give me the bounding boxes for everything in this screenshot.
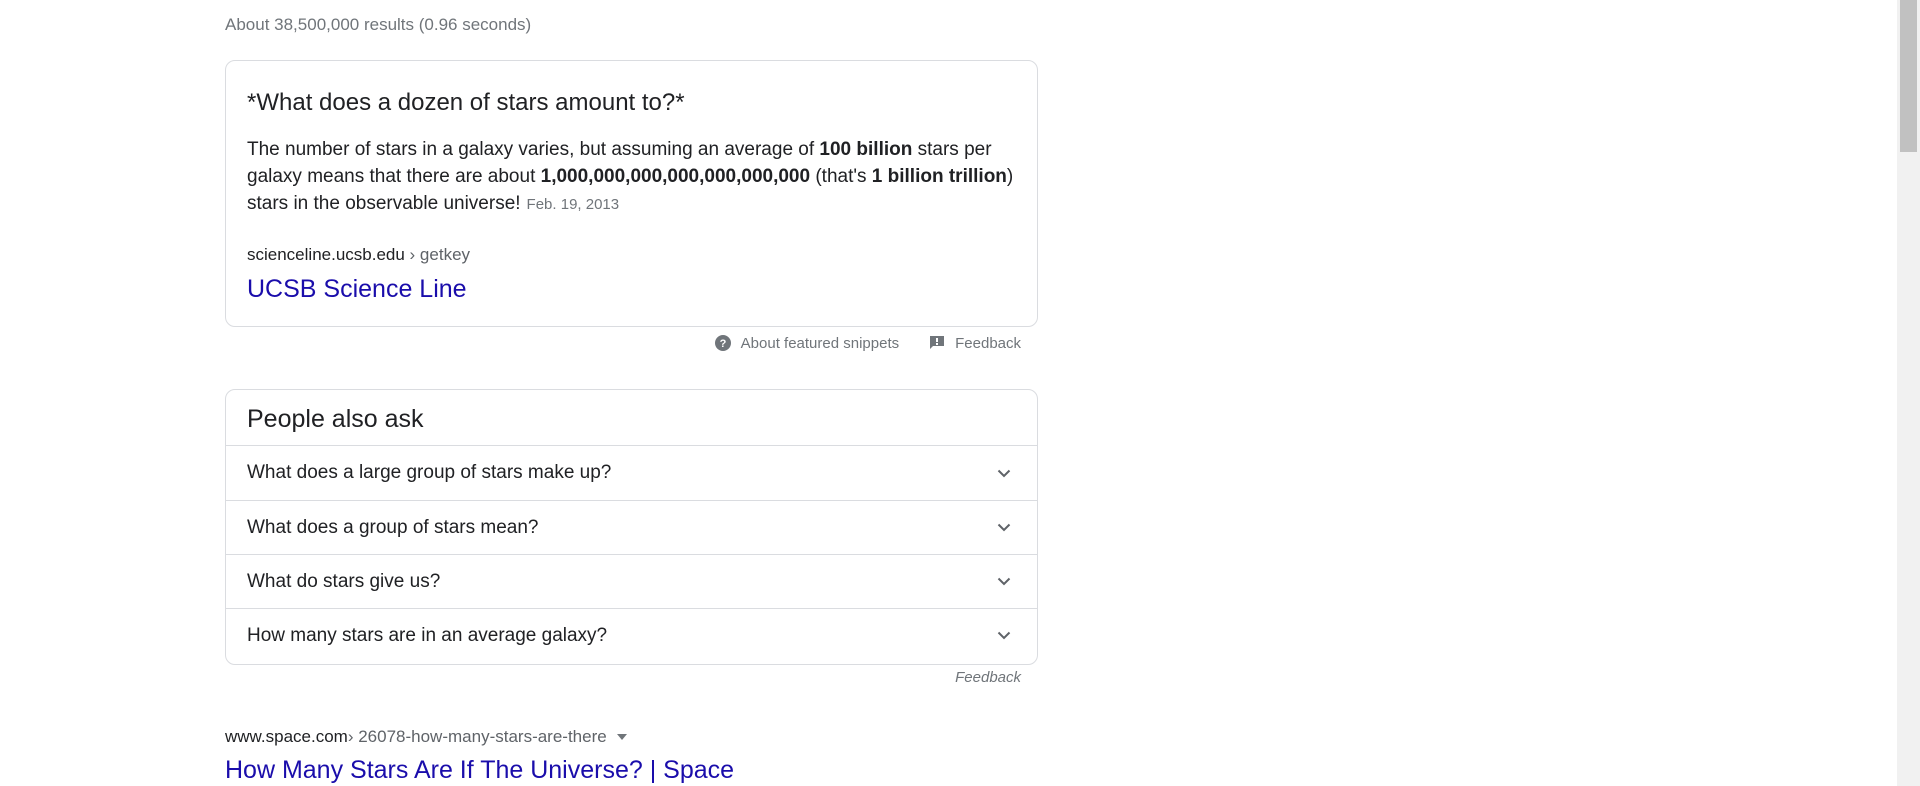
snippet-text-bold: 1,000,000,000,000,000,000,000: [540, 166, 811, 187]
chevron-down-icon: [992, 461, 1016, 485]
paa-feedback-link[interactable]: Feedback: [225, 669, 1021, 686]
chevron-down-icon: [992, 624, 1016, 648]
snippet-cite: scienceline.ucsb.edu › getkey: [247, 244, 470, 266]
about-featured-snippets-link[interactable]: ? About featured snippets: [714, 334, 900, 352]
feedback-icon: [930, 336, 945, 349]
snippet-text-run: The number of stars in a galaxy varies, …: [247, 139, 820, 160]
snippet-date: Feb. 19, 2013: [526, 196, 620, 213]
chevron-down-icon: [992, 516, 1016, 540]
scrollbar-thumb[interactable]: [1900, 0, 1917, 152]
snippet-text-bold: 100 billion: [819, 139, 913, 160]
help-icon: ?: [714, 335, 731, 351]
people-also-ask-list: What does a large group of stars make up…: [226, 445, 1037, 662]
featured-snippet: *What does a dozen of stars amount to?* …: [225, 60, 1038, 327]
paa-question-text: How many stars are in an average galaxy?: [247, 624, 608, 646]
snippet-question: *What does a dozen of stars amount to?*: [247, 89, 685, 116]
result-cite-path: › 26078-how-many-stars-are-there: [347, 727, 607, 746]
snippet-feedback-label: Feedback: [955, 334, 1021, 352]
paa-question[interactable]: What does a group of stars mean?: [226, 500, 1037, 554]
result-cite: www.space.com › 26078-how-many-stars-are…: [225, 726, 627, 748]
paa-question-text: What does a group of stars mean?: [247, 516, 539, 538]
people-also-ask-title: People also ask: [247, 405, 424, 433]
paa-question[interactable]: What do stars give us?: [226, 554, 1037, 608]
result-title-link[interactable]: How Many Stars Are If The Universe? | Sp…: [225, 754, 734, 786]
snippet-footer: ? About featured snippets Feedback: [225, 330, 1021, 356]
snippet-feedback-link[interactable]: Feedback: [929, 335, 1021, 352]
snippet-text-bold: 1 billion trillion: [871, 166, 1007, 187]
result-cite-domain: www.space.com: [225, 727, 348, 746]
paa-question[interactable]: What does a large group of stars make up…: [226, 445, 1037, 500]
snippet-text: The number of stars in a galaxy varies, …: [247, 136, 1027, 218]
results-stats: About 38,500,000 results (0.96 seconds): [225, 15, 532, 34]
paa-question-text: What does a large group of stars make up…: [247, 462, 612, 483]
paa-question-text: What do stars give us?: [247, 570, 441, 592]
chevron-down-icon: [992, 570, 1016, 594]
snippet-cite-domain: scienceline.ucsb.edu: [247, 245, 405, 264]
svg-text:?: ?: [719, 338, 726, 350]
paa-question[interactable]: How many stars are in an average galaxy?: [226, 608, 1037, 662]
snippet-text-run: (that's: [810, 166, 872, 187]
snippet-cite-path: › getkey: [404, 245, 471, 264]
result-menu-caret-icon[interactable]: [616, 734, 627, 740]
about-featured-snippets-label: About featured snippets: [740, 334, 900, 352]
snippet-title-link[interactable]: UCSB Science Line: [247, 273, 467, 305]
people-also-ask: People also ask What does a large group …: [225, 389, 1038, 665]
